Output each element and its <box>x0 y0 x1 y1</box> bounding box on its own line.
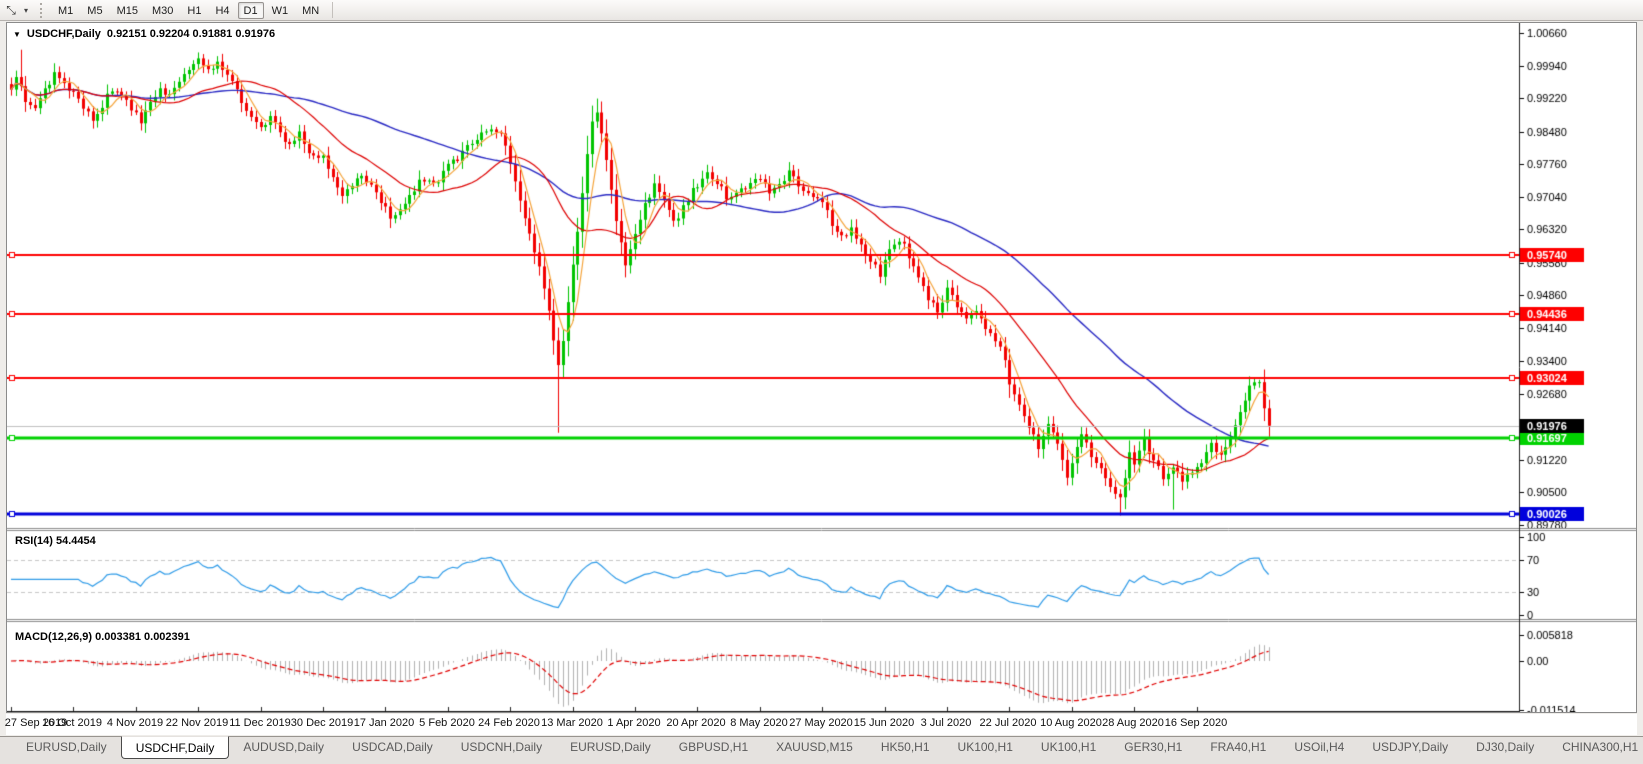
tab-china300-h1-16[interactable]: CHINA300,H1 <box>1548 737 1643 758</box>
date-axis-label-30-dec-2019: 30 Dec 2019 <box>290 717 354 729</box>
chart-symbol-label: USDCHF,Daily <box>26 28 101 40</box>
tab-uk100-h1-9[interactable]: UK100,H1 <box>944 737 1027 758</box>
chevron-down-icon[interactable]: ▾ <box>20 6 32 15</box>
tab-xauusd-m15-7[interactable]: XAUUSD,M15 <box>762 737 867 758</box>
toolbar-drag-handle[interactable] <box>40 2 45 18</box>
tab-gbpusd-h1-6[interactable]: GBPUSD,H1 <box>665 737 762 758</box>
toolbar-divider <box>332 2 334 18</box>
tab-usdcnh-daily-4[interactable]: USDCNH,Daily <box>447 737 556 758</box>
timeframe-button-mn[interactable]: MN <box>296 2 325 19</box>
date-axis-label-27-may-2020: 27 May 2020 <box>789 717 853 729</box>
date-axis-label-20-apr-2020: 20 Apr 2020 <box>666 717 726 729</box>
date-axis-label-16-sep-2020: 16 Sep 2020 <box>1164 717 1228 729</box>
timeframe-button-h1[interactable]: H1 <box>181 2 207 19</box>
timeframe-button-d1[interactable]: D1 <box>237 1 264 19</box>
tab-uk100-h1-10[interactable]: UK100,H1 <box>1027 737 1110 758</box>
date-axis: 27 Sep 2019 16 Oct 2019 4 Nov 2019 22 Nov 2… <box>5 714 1637 735</box>
tab-ger30-h1-11[interactable]: GER30,H1 <box>1110 737 1196 758</box>
chart-ohlc-values: 0.92151 0.92204 0.91881 0.91976 <box>106 28 276 40</box>
date-axis-label-1-apr-2020: 1 Apr 2020 <box>607 717 661 729</box>
timeframe-button-m15[interactable]: M15 <box>111 2 144 19</box>
date-axis-label-17-jan-2020: 17 Jan 2020 <box>353 717 415 729</box>
timeframe-button-m5[interactable]: M5 <box>81 2 108 19</box>
tab-dj30-daily-15[interactable]: DJ30,Daily <box>1462 737 1548 758</box>
line-studies-icon[interactable]: ⤡ <box>2 2 20 19</box>
date-axis-label-16-oct-2019: 16 Oct 2019 <box>42 717 102 729</box>
date-axis-label-11-dec-2019: 11 Dec 2019 <box>229 717 291 729</box>
date-axis-label-5-feb-2020: 5 Feb 2020 <box>419 717 475 729</box>
date-axis-label-22-jul-2020: 22 Jul 2020 <box>979 717 1037 729</box>
date-axis-label-15-jun-2020: 15 Jun 2020 <box>853 717 915 729</box>
date-axis-label-22-nov-2019: 22 Nov 2019 <box>165 717 229 729</box>
tab-usoil-h4-13[interactable]: USOil,H4 <box>1280 737 1358 758</box>
tab-hk50-h1-8[interactable]: HK50,H1 <box>867 737 944 758</box>
date-axis-label-24-feb-2020: 24 Feb 2020 <box>478 717 540 729</box>
timeframe-button-m30[interactable]: M30 <box>146 2 179 19</box>
tab-fra40-h1-12[interactable]: FRA40,H1 <box>1196 737 1280 758</box>
chart-tab-bar: EURUSD,Daily USDCHF,Daily AUDUSD,Daily USDC… <box>0 736 1643 764</box>
macd-indicator-label: MACD(12,26,9) 0.003381 0.002391 <box>15 631 190 643</box>
timeframe-button-group: M1 M5 M15 M30 H1 H4 D1 W1 MN <box>51 1 326 19</box>
date-axis-label-4-nov-2019: 4 Nov 2019 <box>106 717 164 729</box>
timeframe-button-m1[interactable]: M1 <box>52 2 79 19</box>
date-axis-label-10-aug-2020: 10 Aug 2020 <box>1040 717 1102 729</box>
date-axis-label-8-may-2020: 8 May 2020 <box>730 717 788 729</box>
date-axis-label-28-aug-2020: 28 Aug 2020 <box>1102 717 1164 729</box>
tab-usdcad-daily-3[interactable]: USDCAD,Daily <box>338 737 447 758</box>
chart-title: ▼ USDCHF,Daily 0.92151 0.92204 0.91881 0… <box>13 28 275 40</box>
date-axis-label-13-mar-2020: 13 Mar 2020 <box>541 717 603 729</box>
date-axis-label-3-jul-2020: 3 Jul 2020 <box>920 717 972 729</box>
price-chart-canvas[interactable] <box>7 23 1636 712</box>
chart-dropdown-icon[interactable]: ▼ <box>13 30 21 39</box>
rsi-indicator-label: RSI(14) 54.4454 <box>15 535 96 547</box>
tab-eurusd-daily-5[interactable]: EURUSD,Daily <box>556 737 665 758</box>
tab-usdchf-daily-1[interactable]: USDCHF,Daily <box>120 736 230 759</box>
tab-eurusd-daily-0[interactable]: EURUSD,Daily <box>12 737 121 758</box>
tab-usdjpy-daily-14[interactable]: USDJPY,Daily <box>1358 737 1462 758</box>
timeframe-button-h4[interactable]: H4 <box>209 2 235 19</box>
top-toolbar: ⤡ ▾ M1 M5 M15 M30 H1 H4 D1 W1 MN <box>0 0 1643 21</box>
chart-window: ▼ USDCHF,Daily 0.92151 0.92204 0.91881 0… <box>6 22 1637 713</box>
tab-audusd-daily-2[interactable]: AUDUSD,Daily <box>229 737 338 758</box>
timeframe-button-w1[interactable]: W1 <box>266 2 295 19</box>
